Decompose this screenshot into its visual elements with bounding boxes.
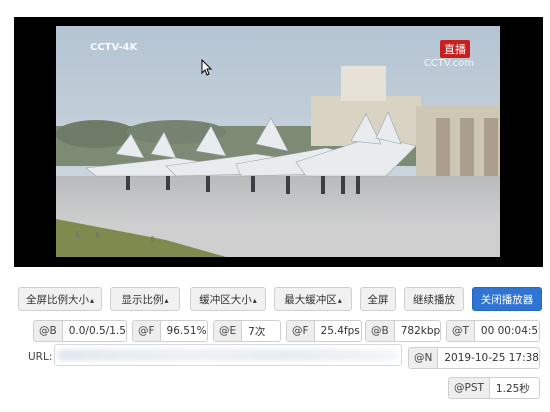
video-frame[interactable]: CCTV-4K 直播 CCTV.com <box>56 26 500 257</box>
fullscreen-ratio-button[interactable]: 全屏比例大小▴ <box>18 287 102 311</box>
resume-button[interactable]: 继续播放 <box>404 287 464 311</box>
buffer-size-label: 缓冲区大小 <box>199 294 252 306</box>
display-ratio-button[interactable]: 显示比例▴ <box>110 287 180 311</box>
frames-pct-stat: @F 96.51% <box>132 320 208 342</box>
bitrate-stat-value: 782kbps <box>400 325 441 337</box>
bitrate-stat: @B 782kbps <box>365 320 441 342</box>
fps-stat: @F 25.4fps <box>286 320 362 342</box>
caret-up-icon: ▴ <box>89 296 94 305</box>
url-label: URL: <box>28 351 53 363</box>
fullscreen-ratio-label: 全屏比例大小 <box>25 294 89 306</box>
caret-up-icon: ▴ <box>164 296 169 305</box>
url-redacted <box>57 349 397 361</box>
buffer-stat: @B 0.0/0.5/1.5s <box>33 320 127 342</box>
fps-stat-label: @F <box>287 321 315 341</box>
time-stat-label: @T <box>447 321 475 341</box>
errors-stat-value: 7次 <box>248 325 266 338</box>
now-stat-value: 2019-10-25 17:38:53 <box>444 352 539 364</box>
pst-stat-value: 1.25秒 <box>495 382 530 395</box>
buffer-stat-value: 0.0/0.5/1.5s <box>68 325 127 337</box>
channel-watermark: CCTV-4K <box>90 42 138 53</box>
frames-pct-value: 96.51% <box>166 325 207 337</box>
buffer-size-button[interactable]: 缓冲区大小▴ <box>190 287 266 311</box>
video-player[interactable]: CCTV-4K 直播 CCTV.com <box>14 17 543 267</box>
url-field[interactable] <box>54 344 402 366</box>
frames-pct-label: @F <box>133 321 161 341</box>
now-stat-label: @N <box>409 348 439 368</box>
max-buffer-button[interactable]: 最大缓冲区▴ <box>274 287 352 311</box>
live-badge: 直播 <box>440 40 470 58</box>
fullscreen-button[interactable]: 全屏 <box>360 287 396 311</box>
fps-stat-value: 25.4fps <box>320 325 360 337</box>
errors-stat-label: @E <box>214 321 243 341</box>
display-ratio-label: 显示比例 <box>121 294 164 306</box>
caret-up-icon: ▴ <box>252 296 257 305</box>
mouse-pointer-icon <box>201 59 213 76</box>
close-player-button[interactable]: 关闭播放器 <box>472 287 542 311</box>
pst-stat: @PST 1.25秒 <box>448 377 540 399</box>
now-stat: @N 2019-10-25 17:38:53 <box>408 347 540 369</box>
max-buffer-label: 最大缓冲区 <box>284 294 337 306</box>
player-toolbar: 全屏比例大小▴ 显示比例▴ 缓冲区大小▴ 最大缓冲区▴ 全屏 继续播放 关闭播放… <box>14 287 543 313</box>
errors-stat: @E 7次 <box>213 320 281 342</box>
pst-stat-label: @PST <box>449 378 490 398</box>
time-stat: @T 00 00:04:59 <box>446 320 540 342</box>
site-watermark: CCTV.com <box>423 58 474 69</box>
buffer-stat-label: @B <box>34 321 63 341</box>
caret-up-icon: ▴ <box>337 296 342 305</box>
time-stat-value: 00 00:04:59 <box>480 325 540 337</box>
bitrate-stat-label: @B <box>366 321 395 341</box>
